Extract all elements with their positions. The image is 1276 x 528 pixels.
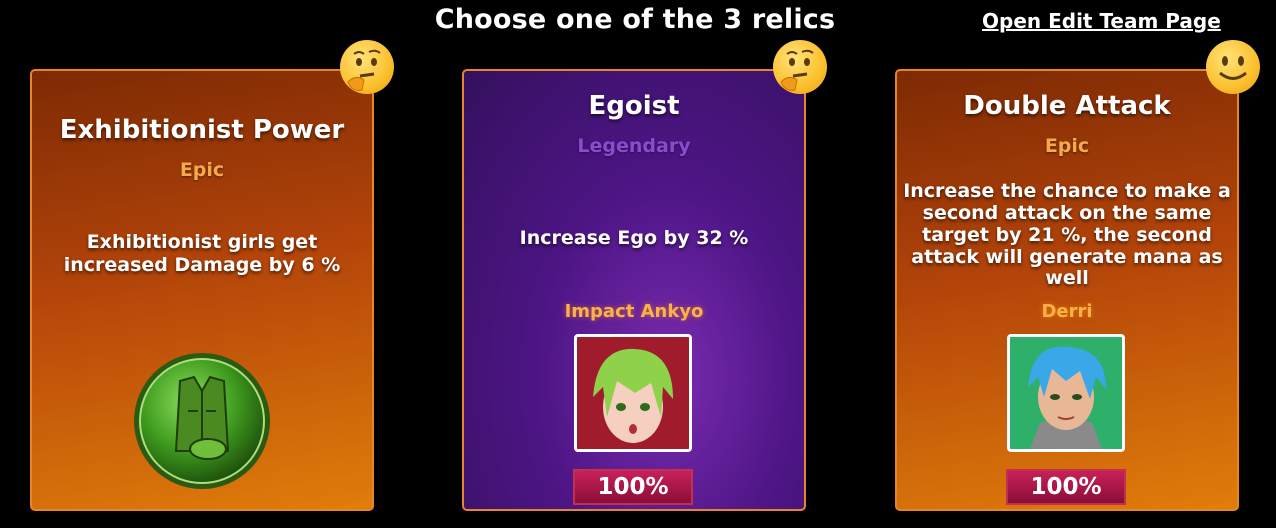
relic-card-2[interactable]: Egoist Legendary Increase Ego by 32 % Im… [462,69,806,511]
relic-card-1[interactable]: Exhibitionist Power Epic Exhibitionist g… [30,69,374,511]
relic-description: Increase Ego by 32 % [519,227,749,249]
girl-portrait[interactable] [574,334,692,452]
girl-name: Derri [1041,301,1093,322]
relic-rarity: Legendary [577,135,691,157]
relic-name: Double Attack [963,91,1171,121]
girl-percent-badge: 100% [1006,469,1126,505]
relic-rarity: Epic [1044,135,1090,157]
open-edit-team-link[interactable]: Open Edit Team Page [982,9,1221,33]
relic-name: Exhibitionist Power [59,115,345,145]
girl-name: Impact Ankyo [564,301,704,322]
girl-percent-badge: 100% [573,469,693,505]
relic-card-3[interactable]: Double Attack Epic Increase the chance t… [895,69,1239,511]
relic-description: Increase the chance to make a second att… [903,180,1231,290]
thinking-face-icon [340,40,394,94]
relic-name: Egoist [588,91,680,121]
thinking-face-icon [773,40,827,94]
jacket-relic-icon [134,353,270,489]
relic-rarity: Epic [179,159,225,181]
relic-description: Exhibitionist girls get increased Damage… [63,231,341,276]
smiling-face-icon [1206,40,1260,94]
title-text: Choose one of the 3 relics [434,4,836,35]
girl-portrait[interactable] [1007,334,1125,452]
